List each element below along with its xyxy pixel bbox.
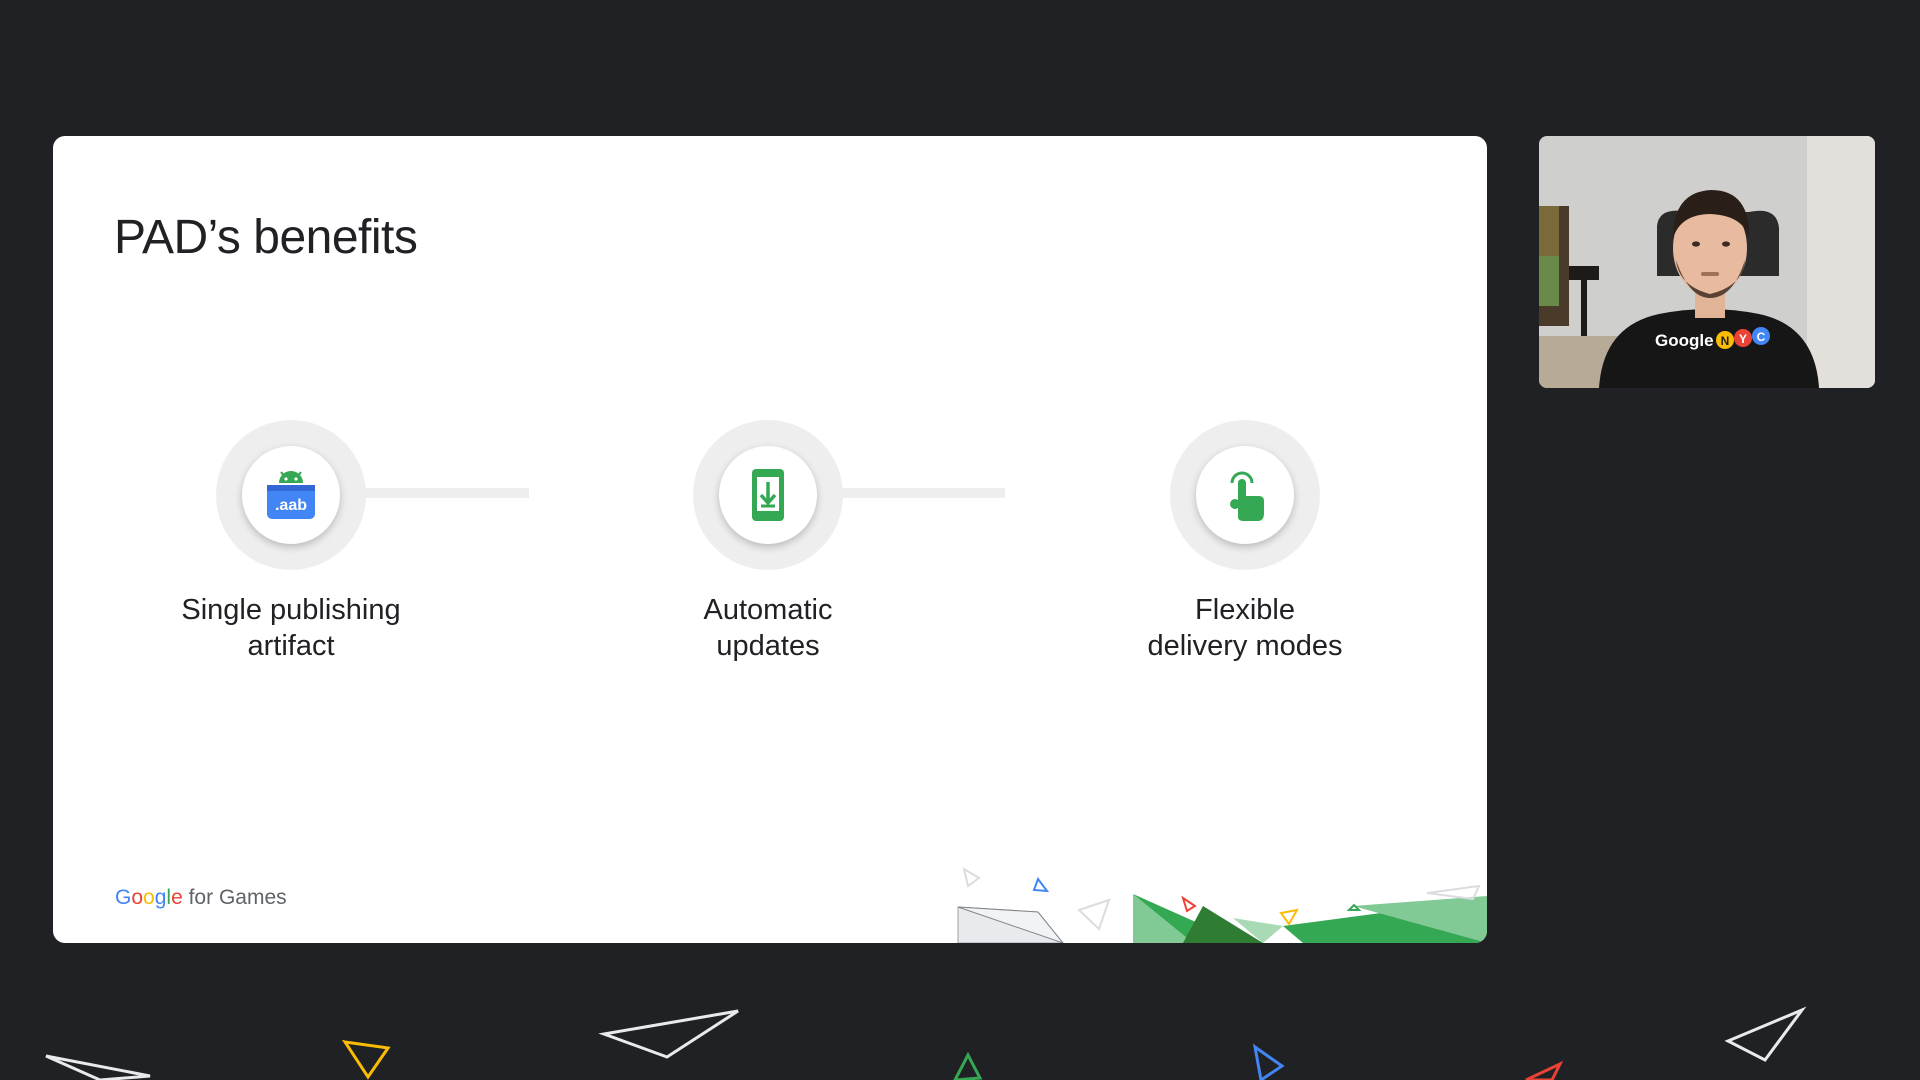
presenter-video: Google N Y C [1539,136,1875,388]
shirt-badge: N [1721,334,1730,348]
presentation-slide: PAD’s benefits .aab Single publishing ar… [53,136,1487,943]
webcam-video-feed: Google N Y C [1539,136,1875,388]
shirt-text: Google [1655,331,1714,350]
shirt-badge: Y [1739,332,1747,346]
decorative-landscape [957,866,1487,943]
shirt-badge: C [1757,330,1766,344]
